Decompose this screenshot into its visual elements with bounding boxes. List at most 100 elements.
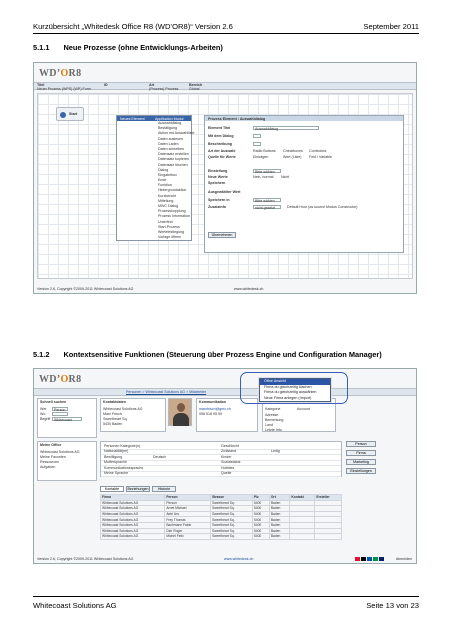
- tab[interactable]: Historie: [152, 486, 176, 492]
- flag-icon-it[interactable]: [373, 557, 378, 561]
- tab[interactable]: Beziehungen: [126, 486, 150, 492]
- start-icon: [60, 112, 66, 118]
- side-button[interactable]: Einstellungen: [346, 468, 376, 474]
- detail-label: Sozialstatus: [221, 460, 241, 465]
- radio-source-3[interactable]: Feld / Variable: [309, 155, 332, 159]
- radio-new-1[interactable]: Nein, normal: [253, 175, 273, 179]
- contacts-table: Firma Person Strasse Plz Ort Kontakt Ersteller…: [99, 494, 342, 540]
- toolbar-value-type[interactable]: (Prozess) Prozess: [149, 87, 178, 91]
- detail-value: Deutsch: [153, 454, 167, 459]
- detail-label: Quelle: [221, 471, 232, 475]
- app-logo: WD’OR8: [39, 68, 82, 79]
- menu-item-list: Auswahldialog Bestätigung Aktion mit Auswa…: [155, 121, 195, 240]
- page-footer: Whitecoast Solutions AG Seite 13 von 23: [33, 601, 419, 610]
- toolbar: [34, 82, 416, 90]
- flag-icon-en[interactable]: [379, 557, 384, 561]
- detail-divider: [101, 476, 341, 477]
- search-term-input[interactable]: Whitecoast: [52, 417, 82, 422]
- flag-icon-ch[interactable]: [355, 557, 360, 561]
- table-cell: Baden: [268, 533, 291, 540]
- side-button[interactable]: Marketing: [346, 459, 376, 465]
- panel-field-label: Speichern: [208, 181, 226, 185]
- section-title: Kontextsensitive Funktionen (Steuerung ü…: [63, 350, 382, 359]
- panel-field-label: Ausgewählter Wert: [208, 190, 241, 194]
- detail-label: Geschlecht: [221, 444, 239, 448]
- version-footer: Version 2.6, Copyright ©2009-2011 Whitec…: [37, 557, 134, 561]
- flag-icon-fr[interactable]: [367, 557, 372, 561]
- screenshot-process-editor: WD’OR8 Titel ID Art Bereich Neuer Prozes…: [33, 62, 417, 294]
- footer-page-number: Seite 13 von 23: [366, 601, 419, 610]
- start-node[interactable]: Start: [56, 107, 84, 121]
- menu-item[interactable]: Aktion mit Auswahlliste: [155, 131, 195, 136]
- table-cell: [314, 533, 342, 540]
- element-title-field[interactable]: Auswahldialog: [253, 126, 319, 131]
- element-properties-panel: Prozess Element : Auswahldialog Element …: [204, 115, 404, 253]
- avatar-head: [177, 403, 185, 412]
- footer-company: Whitecoast Solutions AG: [33, 601, 117, 610]
- panel-header: Prozess Element : Auswahldialog: [205, 116, 403, 121]
- detail-label: Kommunikationssprache: [104, 465, 144, 470]
- table-cell: [289, 533, 316, 540]
- table-cell: Michel Felix: [164, 533, 212, 540]
- new-element-menu: Neues Element Applikation Modul Auswahld…: [116, 115, 195, 241]
- header-rule: [33, 33, 419, 34]
- section-heading-1: 5.1.1 Neue Prozesse (ohne Entwicklungs-A…: [33, 43, 223, 52]
- toolbar-value-title[interactable]: Neuer Prozess (WPS) (WP) Form: [37, 87, 91, 91]
- menu-item[interactable]: Datensatz kopieren: [155, 157, 195, 162]
- panel-field-label: Art der Auswahl: [208, 149, 236, 153]
- app-logo: WD’OR8: [39, 374, 82, 385]
- footer-rule: [33, 596, 419, 597]
- table-cell: 5400: [251, 533, 270, 540]
- setting-select[interactable]: Bitte wählen: [253, 169, 281, 174]
- toolbar-label-id: ID: [104, 83, 108, 87]
- detail-label: Zivilstand: [221, 449, 237, 454]
- detail-label: Bewilligung: [104, 454, 123, 459]
- tab[interactable]: Kontakte: [100, 486, 124, 492]
- search-who-input[interactable]: Person: [52, 407, 68, 412]
- quick-search-box: Schnell suchen Wer Wo Begriff Person Whi…: [37, 398, 97, 438]
- radio-selection-2[interactable]: Checkboxes: [283, 149, 303, 153]
- extra-info-note: Default Hour (as source Modus Constructo…: [287, 205, 358, 209]
- radio-selection-3[interactable]: Combobox: [309, 149, 326, 153]
- radio-new-2[interactable]: Nicht: [281, 175, 289, 179]
- toolbar-value-area[interactable]: Global: [189, 87, 199, 91]
- avatar: [168, 398, 192, 426]
- detail-label: Hobbies: [221, 465, 235, 470]
- menu-item[interactable]: Vorlage öffnen: [155, 235, 195, 240]
- version-footer: Version 2.6, Copyright ©2009-2011 Whitec…: [37, 287, 134, 291]
- search-where-input[interactable]: [52, 412, 68, 416]
- table-cell: Whitecoast Solutions AG: [99, 533, 166, 540]
- radio-source-2[interactable]: Wert (Liste): [283, 155, 302, 159]
- table-row[interactable]: Whitecoast Solutions AG Michel Felix Sweet…: [99, 533, 342, 540]
- radio-source-1[interactable]: Einträgen: [253, 155, 268, 159]
- detail-value: Ledig: [271, 449, 280, 454]
- app-url[interactable]: www.whitedesk.ch: [224, 557, 253, 561]
- detail-label: Personen Kategorie(n): [104, 444, 141, 448]
- save-in-select[interactable]: Bitte wählen: [253, 198, 281, 203]
- panel-field-label: Speichern in: [208, 198, 230, 202]
- radio-selection-1[interactable]: Radio Buttons: [253, 149, 276, 153]
- apply-button[interactable]: Übernehmen: [208, 232, 236, 238]
- side-button[interactable]: Firma: [346, 450, 376, 456]
- app-url[interactable]: www.whitedesk.ch: [234, 287, 263, 291]
- screenshot-person-view: WD’OR8 Personen > Whitecoast Solutions A…: [33, 368, 417, 564]
- my-office-box: Meine Office Whitecoast Solutions AG Mei…: [37, 441, 97, 481]
- breadcrumb[interactable]: Personen > Whitecoast Solutions AG > Mit…: [126, 390, 206, 394]
- detail-label: Meine Sprache: [104, 471, 129, 475]
- flag-icon-de[interactable]: [361, 557, 366, 561]
- section-title: Neue Prozesse (ohne Entwicklungs-Arbeite…: [63, 43, 223, 52]
- panel-field-label: Beschreibung: [208, 142, 232, 146]
- contact-data-box: Kontaktdaten Whitecoast Solutions AG Mar…: [100, 398, 166, 432]
- description-field[interactable]: [253, 142, 261, 146]
- side-button[interactable]: Person: [346, 441, 376, 447]
- person-details-box: Personen Kategorie(n) Geschlecht Nationali…: [100, 441, 342, 477]
- detail-label: Muttersprache: [104, 460, 127, 465]
- extra-info-select[interactable]: nicht gesetzt: [253, 205, 281, 210]
- highlight-ring: [240, 372, 348, 404]
- dialog-field[interactable]: [253, 134, 261, 138]
- section-heading-2: 5.1.2 Kontextsensitive Funktionen (Steue…: [33, 350, 382, 359]
- header-title: Kurzübersicht „Whitedesk Office R8 (WD’O…: [33, 22, 233, 31]
- logout-link[interactable]: Abmelden: [396, 557, 412, 561]
- panel-field-label: Neue Werte: [208, 175, 228, 179]
- menu-item[interactable]: Prozess Information: [155, 214, 195, 219]
